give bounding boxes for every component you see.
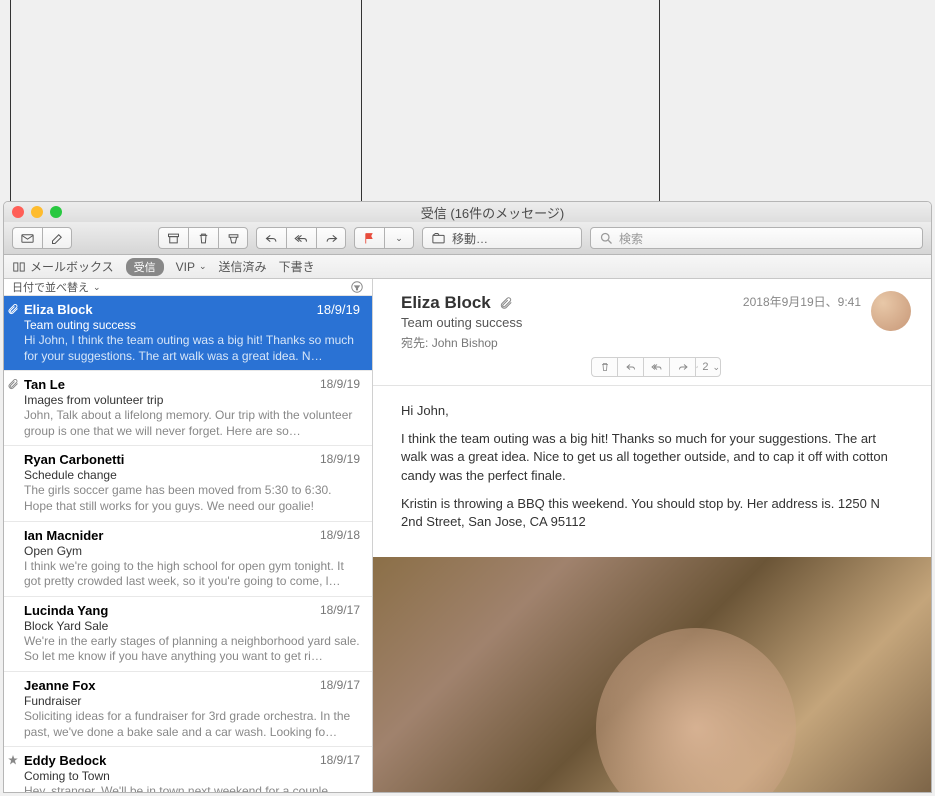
msg-subject: Block Yard Sale	[24, 619, 360, 633]
sender-avatar	[871, 291, 911, 331]
msg-date: 18/9/17	[320, 753, 360, 768]
attached-image	[373, 557, 931, 792]
msg-from: Eliza Block	[24, 302, 93, 317]
sent-tab[interactable]: 送信済み	[219, 258, 267, 275]
message-row[interactable]: Eddy Bedock 18/9/17Coming to TownHey, str…	[4, 747, 372, 792]
attachment-icon	[7, 378, 19, 390]
search-field[interactable]: 検索	[590, 227, 923, 249]
msg-preview: Hi John, I think the team outing was a b…	[24, 333, 360, 364]
message-reader: Eliza Block Team outing success 宛先: John…	[373, 279, 931, 792]
attachment-icon	[499, 296, 513, 310]
mail-window: 受信 (16件のメッセージ) ⌄ 移動… 検索	[3, 201, 932, 793]
msg-preview: Hey, stranger. We'll be in town next wee…	[24, 784, 360, 792]
minimize-window-button[interactable]	[31, 206, 43, 218]
header-date: 2018年9月19日、9:41	[743, 293, 861, 310]
msg-subject: Fundraiser	[24, 694, 360, 708]
msg-subject: Open Gym	[24, 544, 360, 558]
msg-from: Ryan Carbonetti	[24, 452, 124, 467]
header-reply-button[interactable]	[617, 357, 643, 377]
msg-subject: Schedule change	[24, 468, 360, 482]
msg-date: 18/9/17	[320, 678, 360, 693]
window-title: 受信 (16件のメッセージ)	[62, 203, 923, 222]
msg-from: Jeanne Fox	[24, 678, 96, 693]
msg-subject: Images from volunteer trip	[24, 393, 360, 407]
message-row[interactable]: Tan Le 18/9/19Images from volunteer tripJ…	[4, 371, 372, 446]
reply-all-button[interactable]	[286, 227, 316, 249]
move-button[interactable]: 移動…	[422, 227, 582, 249]
delete-button[interactable]	[188, 227, 218, 249]
message-row[interactable]: Lucinda Yang 18/9/17Block Yard SaleWe're …	[4, 597, 372, 672]
body-paragraph: Kristin is throwing a BBQ this weekend. …	[401, 495, 903, 531]
msg-preview: John, Talk about a lifelong memory. Our …	[24, 408, 360, 439]
msg-from: Eddy Bedock	[24, 753, 106, 768]
header-from: Eliza Block	[401, 293, 491, 313]
search-placeholder: 検索	[619, 230, 643, 247]
msg-date: 18/9/17	[320, 603, 360, 618]
favorites-bar: メールボックス 受信 VIP ⌄ 送信済み 下書き	[4, 255, 931, 279]
msg-date: 18/9/18	[320, 528, 360, 543]
flag-menu-button[interactable]: ⌄	[384, 227, 414, 249]
message-row[interactable]: Eliza Block 18/9/19Team outing successHi …	[4, 296, 372, 371]
message-body: Hi John, I think the team outing was a bi…	[373, 386, 931, 557]
filter-icon[interactable]	[350, 280, 364, 294]
message-row[interactable]: Jeanne Fox 18/9/17FundraiserSoliciting id…	[4, 672, 372, 747]
msg-subject: Team outing success	[24, 318, 360, 332]
header-reply-all-button[interactable]	[643, 357, 669, 377]
mailboxes-button[interactable]: メールボックス	[12, 258, 114, 275]
inbox-tab[interactable]: 受信	[126, 258, 164, 276]
msg-date: 18/9/19	[317, 302, 360, 317]
msg-from: Tan Le	[24, 377, 65, 392]
header-forward-button[interactable]	[669, 357, 695, 377]
msg-from: Ian Macnider	[24, 528, 103, 543]
msg-date: 18/9/19	[320, 452, 360, 467]
message-list: 日付で並べ替え ⌄ Eliza Block18/9/19Team outing …	[4, 279, 373, 792]
move-label: 移動…	[452, 230, 488, 247]
titlebar: 受信 (16件のメッセージ)	[4, 202, 931, 222]
vip-tab[interactable]: VIP ⌄	[176, 260, 207, 274]
msg-subject: Coming to Town	[24, 769, 360, 783]
msg-preview: The girls soccer game has been moved fro…	[24, 483, 360, 514]
star-icon	[7, 754, 19, 766]
get-mail-button[interactable]	[12, 227, 42, 249]
close-window-button[interactable]	[12, 206, 24, 218]
msg-from: Lucinda Yang	[24, 603, 108, 618]
zoom-window-button[interactable]	[50, 206, 62, 218]
header-to: John Bishop	[432, 336, 498, 350]
attachment-icon	[7, 303, 19, 315]
compose-button[interactable]	[42, 227, 72, 249]
body-paragraph: Hi John,	[401, 402, 903, 420]
body-paragraph: I think the team outing was a big hit! T…	[401, 430, 903, 485]
header-delete-button[interactable]	[591, 357, 617, 377]
archive-button[interactable]	[158, 227, 188, 249]
header-subject: Team outing success	[401, 315, 911, 330]
forward-button[interactable]	[316, 227, 346, 249]
msg-preview: We're in the early stages of planning a …	[24, 634, 360, 665]
sort-bar[interactable]: 日付で並べ替え ⌄	[4, 279, 372, 296]
message-row[interactable]: Ryan Carbonetti 18/9/19Schedule changeThe…	[4, 446, 372, 521]
message-row[interactable]: Ian Macnider 18/9/18Open GymI think we're…	[4, 522, 372, 597]
msg-preview: Soliciting ideas for a fundraiser for 3r…	[24, 709, 360, 740]
reply-button[interactable]	[256, 227, 286, 249]
header-attachments-button[interactable]: 2⌄	[695, 357, 721, 377]
msg-preview: I think we're going to the high school f…	[24, 559, 360, 590]
toolbar: ⌄ 移動… 検索	[4, 222, 931, 255]
junk-button[interactable]	[218, 227, 248, 249]
drafts-tab[interactable]: 下書き	[279, 258, 315, 275]
msg-date: 18/9/19	[320, 377, 360, 392]
flag-button[interactable]	[354, 227, 384, 249]
